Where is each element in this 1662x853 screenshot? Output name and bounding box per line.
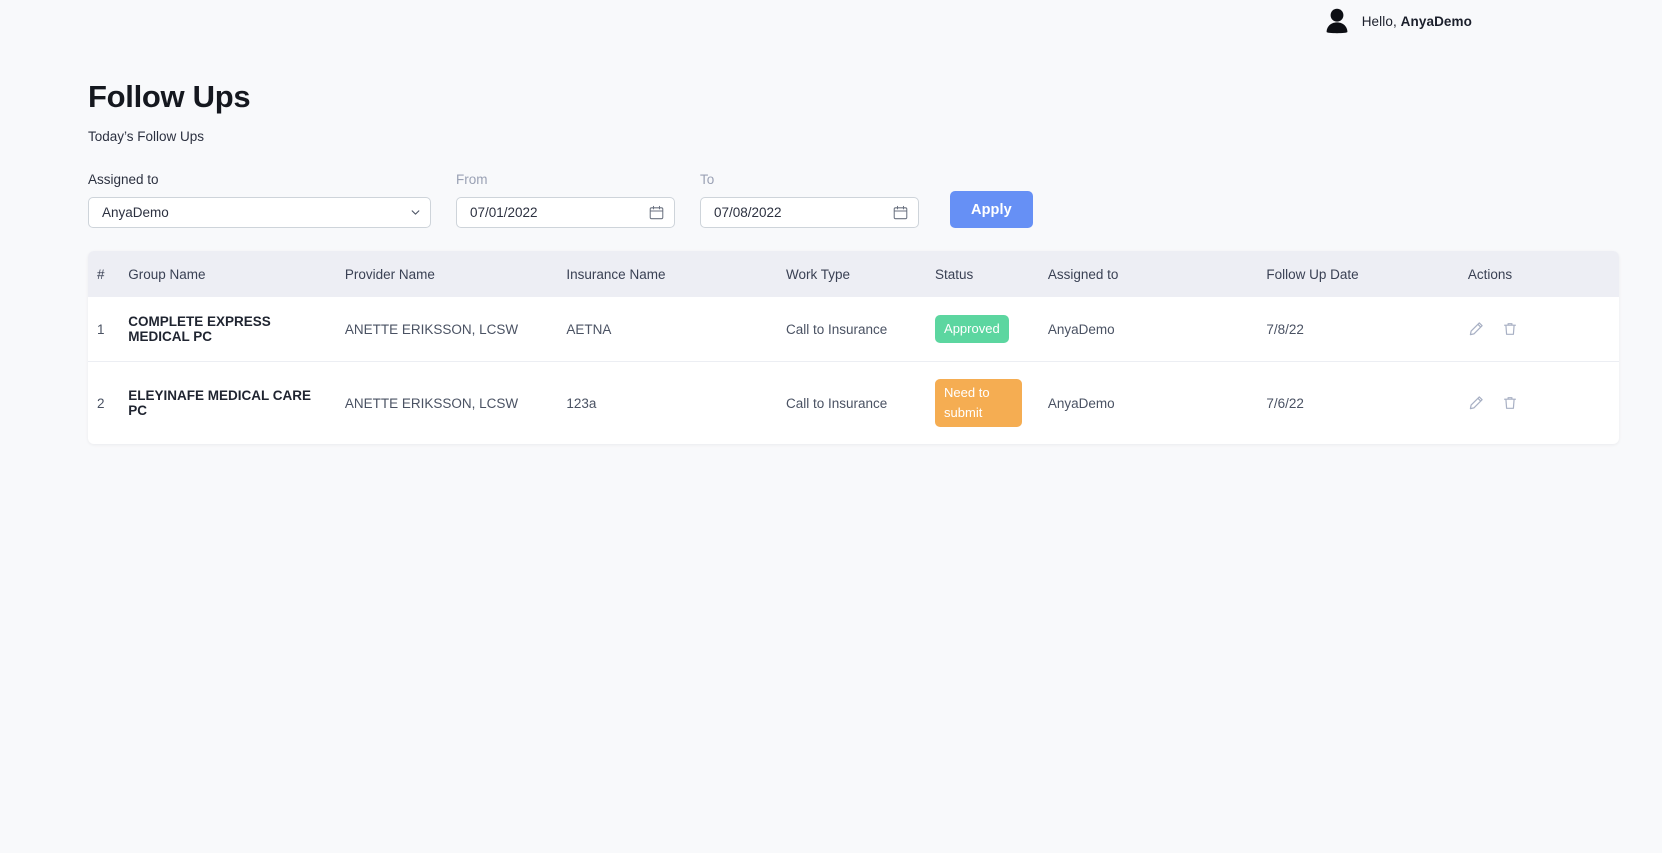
from-date-field: From 07/01/2022	[456, 172, 675, 229]
cell-actions	[1468, 362, 1619, 445]
to-date-value: 07/08/2022	[714, 205, 782, 221]
greeting-text: Hello, AnyaDemo	[1362, 14, 1472, 29]
trash-icon	[1503, 323, 1516, 335]
assigned-to-select[interactable]: AnyaDemo	[88, 197, 431, 229]
cell-actions	[1467, 297, 1619, 363]
from-date-input[interactable]: 07/01/2022	[456, 197, 675, 229]
page-title: Follow Ups	[88, 79, 251, 114]
cell-follow-up-date: 7/8/22	[1266, 297, 1468, 363]
cell-group-name: COMPLETE EXPRESS MEDICAL PC	[128, 297, 345, 363]
cell-insurance-name: AETNA	[566, 297, 786, 363]
page-subtitle: Today’s Follow Ups	[88, 129, 205, 145]
greeting-prefix: Hello,	[1361, 13, 1397, 29]
cell-provider-name: ANETTE ERIKSSON, LCSW	[344, 297, 567, 363]
delete-button[interactable]	[1502, 395, 1518, 411]
cell-work-type: Call to Insurance	[785, 297, 936, 363]
column-header-insurance: Insurance Name	[566, 266, 666, 282]
cell-assigned-to: AnyaDemo	[1047, 395, 1115, 411]
to-date-field: To 07/08/2022	[700, 172, 919, 229]
column-header-number: #	[97, 266, 105, 282]
column-header-follow-up-date: Follow Up Date	[1266, 266, 1359, 282]
cell-group-name: ELEYINAFE MEDICAL CARE PC	[128, 388, 312, 419]
delete-button[interactable]	[1502, 321, 1518, 337]
status-badge: Approved	[935, 315, 1009, 344]
cell-number: 1	[88, 297, 129, 363]
column-header-status: Status	[935, 266, 974, 282]
from-date-label: From	[456, 172, 488, 188]
top-bar: Hello, AnyaDemo	[0, 0, 1662, 42]
follow-ups-table: # Group Name Provider Name Insurance Nam…	[88, 251, 1619, 445]
cell-status: Approved	[935, 297, 1048, 363]
column-header-work-type: Work Type	[785, 266, 850, 282]
table-row[interactable]: 2 ELEYINAFE MEDICAL CARE PC ANETTE ERIKS…	[88, 362, 1619, 445]
column-header-group-name: Group Name	[128, 266, 206, 282]
calendar-icon[interactable]	[649, 205, 664, 220]
to-date-input[interactable]: 07/08/2022	[700, 197, 919, 229]
pencil-icon	[1469, 322, 1483, 336]
status-badge: Need to submit	[935, 379, 1023, 428]
assigned-to-field: Assigned to AnyaDemo	[88, 172, 431, 229]
cell-status: Need to submit	[935, 362, 1048, 445]
table-row[interactable]: 1 COMPLETE EXPRESS MEDICAL PC ANETTE ERI…	[88, 297, 1619, 363]
assigned-to-label: Assigned to	[88, 172, 159, 188]
filter-bar: Assigned to AnyaDemo From 07/01/2022 To	[88, 172, 1662, 229]
apply-button[interactable]: Apply	[950, 191, 1033, 229]
column-header-assigned-to: Assigned to	[1047, 266, 1119, 282]
user-silhouette-icon	[1326, 8, 1348, 34]
cell-follow-up-date: 7/6/22	[1266, 395, 1304, 411]
from-date-value: 07/01/2022	[470, 205, 538, 221]
user-menu[interactable]: Hello, AnyaDemo	[1324, 7, 1472, 35]
pencil-icon	[1469, 396, 1483, 410]
calendar-icon[interactable]	[893, 205, 908, 220]
greeting-username: AnyaDemo	[1400, 13, 1472, 29]
edit-button[interactable]	[1468, 321, 1484, 337]
column-header-actions: Actions	[1467, 266, 1513, 282]
cell-number: 2	[97, 395, 105, 411]
cell-insurance-name: 123a	[566, 395, 597, 411]
page-content: Follow Ups Today’s Follow Ups Assigned t…	[0, 79, 1662, 445]
column-header-provider: Provider Name	[344, 266, 435, 282]
cell-work-type: Call to Insurance	[785, 395, 888, 411]
to-date-label: To	[700, 172, 715, 188]
edit-button[interactable]	[1468, 395, 1484, 411]
table-header-row: # Group Name Provider Name Insurance Nam…	[88, 251, 1619, 298]
cell-provider-name: ANETTE ERIKSSON, LCSW	[344, 395, 519, 411]
trash-icon	[1503, 397, 1516, 410]
cell-assigned-to: AnyaDemo	[1047, 297, 1267, 363]
